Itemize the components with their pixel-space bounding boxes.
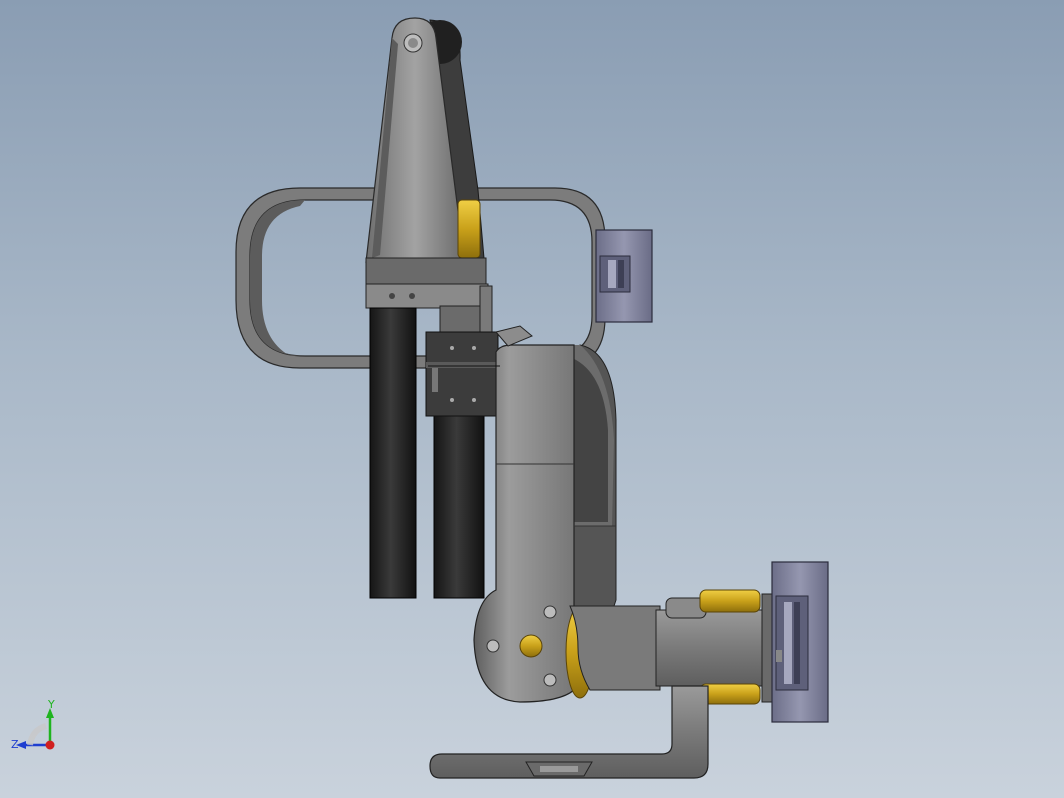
brass-bushing (457, 199, 481, 259)
mount-block (425, 331, 499, 417)
cad-viewport[interactable]: Y Z (0, 0, 1064, 798)
cad-model[interactable] (0, 0, 1064, 798)
rod-right (433, 415, 485, 599)
side-bracket-upper (595, 229, 653, 323)
coordinate-triad: Y Z (11, 700, 55, 751)
y-axis-label: Y (47, 700, 55, 711)
joint-tube (495, 325, 533, 347)
foot-bracket (429, 685, 709, 779)
side-bracket-lower (771, 561, 829, 723)
rod-left (369, 307, 417, 599)
x-axis-origin (45, 740, 55, 750)
lower-joint (565, 589, 775, 705)
z-axis-label: Z (11, 738, 19, 751)
